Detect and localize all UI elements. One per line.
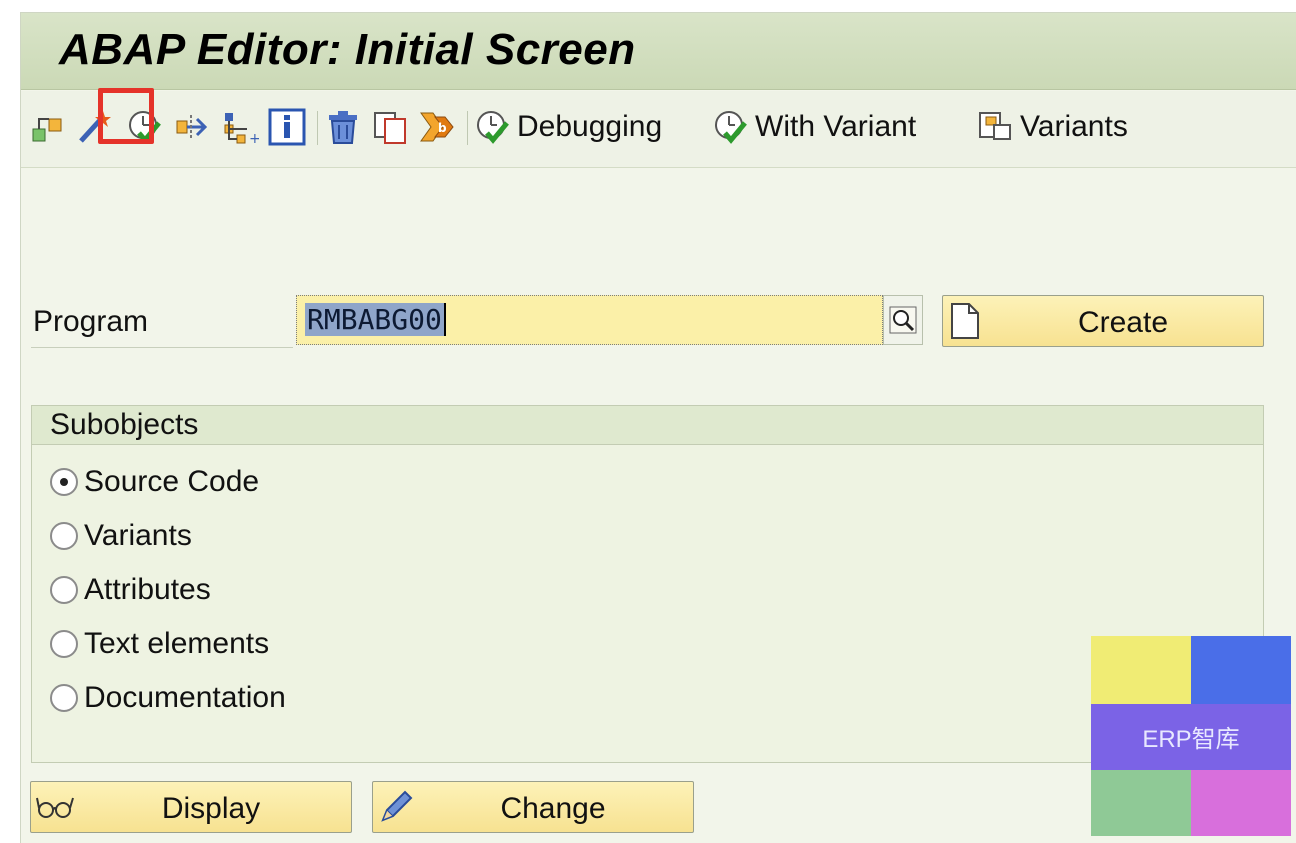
watermark-cell-pink <box>1191 770 1291 836</box>
radio-button[interactable] <box>50 630 78 658</box>
copy-icon[interactable] <box>371 105 411 149</box>
toolbar-separator <box>467 111 468 145</box>
search-icon <box>889 306 917 334</box>
info-icon[interactable] <box>267 105 307 149</box>
radio-button[interactable] <box>50 684 78 712</box>
watermark-cell-yellow <box>1091 636 1191 704</box>
subobjects-title: Subobjects <box>32 406 1263 445</box>
delete-icon[interactable] <box>323 105 363 149</box>
create-label: Create <box>1077 306 1169 339</box>
radio-variants[interactable]: Variants <box>50 516 192 556</box>
change-label: Change <box>500 792 606 825</box>
variants-label: Variants <box>1020 110 1128 143</box>
change-button[interactable]: Change <box>372 781 694 833</box>
variants-button[interactable]: Variants <box>976 105 1128 149</box>
debugging-icon <box>473 107 513 147</box>
radio-button[interactable] <box>50 468 78 496</box>
with-variant-label: With Variant <box>755 110 917 143</box>
radio-label: Variants <box>84 519 192 552</box>
program-row: Program RMBABG00 Create <box>31 295 1285 348</box>
radio-label: Documentation <box>84 681 286 714</box>
highlight-box <box>98 88 154 144</box>
radio-label: Attributes <box>84 573 211 606</box>
page-title: ABAP Editor: Initial Screen <box>59 25 636 74</box>
with-variant-icon <box>711 107 751 147</box>
with-variant-button[interactable]: With Variant <box>711 105 916 149</box>
svg-text:+: + <box>249 131 259 147</box>
program-input[interactable]: RMBABG00 <box>296 295 883 345</box>
radio-attributes[interactable]: Attributes <box>50 570 211 610</box>
radio-label: Text elements <box>84 627 270 660</box>
rename-icon[interactable]: b <box>417 105 457 149</box>
display-label: Display <box>161 792 261 825</box>
variants-icon <box>976 107 1016 147</box>
radio-text-elements[interactable]: Text elements <box>50 624 269 664</box>
debugging-label: Debugging <box>517 110 663 143</box>
subobjects-group: Subobjects Source Code Variants Attribut… <box>31 405 1264 763</box>
program-input-value: RMBABG00 <box>305 303 446 336</box>
title-bar: ABAP Editor: Initial Screen <box>21 13 1296 90</box>
application-toolbar: + b Debugging With Variant Variants <box>21 91 1296 168</box>
watermark-cell-green <box>1091 770 1191 836</box>
program-label-underline <box>31 347 293 348</box>
toolbar-separator <box>317 111 318 145</box>
search-help-button[interactable] <box>883 295 923 345</box>
radio-label: Source Code <box>84 465 260 498</box>
svg-text:b: b <box>438 121 447 135</box>
object-list-icon[interactable] <box>27 105 67 149</box>
where-used-icon[interactable] <box>173 105 213 149</box>
radio-source-code[interactable]: Source Code <box>50 462 259 502</box>
radio-documentation[interactable]: Documentation <box>50 678 286 718</box>
hierarchy-icon[interactable]: + <box>219 105 259 149</box>
create-button[interactable]: Create <box>942 295 1264 347</box>
watermark-cell-blue <box>1191 636 1291 704</box>
radio-button[interactable] <box>50 576 78 604</box>
watermark-logo: ERP智库 <box>1091 636 1291 836</box>
radio-button[interactable] <box>50 522 78 550</box>
display-button[interactable]: Display <box>30 781 352 833</box>
watermark-text: ERP智库 <box>1142 725 1240 753</box>
debugging-button[interactable]: Debugging <box>473 105 662 149</box>
program-label: Program <box>33 305 149 338</box>
